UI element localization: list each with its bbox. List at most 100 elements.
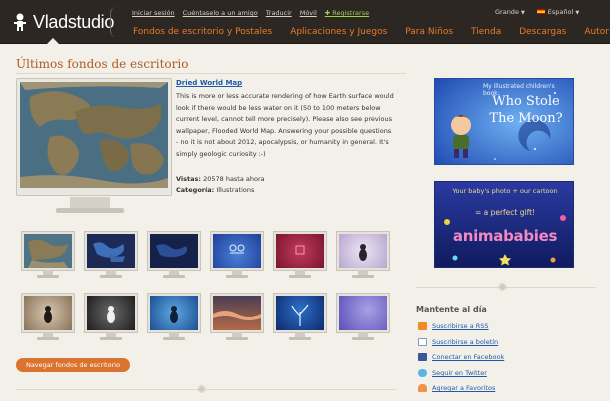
wallpaper-thumbnail[interactable] (148, 294, 200, 340)
wallpaper-thumbnail[interactable] (337, 232, 389, 278)
thumbnail-image (148, 294, 200, 332)
views-value: 20578 hasta ahora (203, 175, 265, 183)
rss-icon (418, 322, 427, 330)
wallpaper-title-link[interactable]: Dried World Map (176, 79, 242, 87)
monitor-base (226, 275, 248, 278)
nav-author[interactable]: Autor (584, 27, 609, 37)
wallpaper-description: This is more or less accurate rendering … (176, 92, 394, 158)
wallpaper-views: Vistas: 20578 hasta ahora (176, 175, 265, 183)
monitor-base (100, 275, 122, 278)
translate-link[interactable]: Traducir (266, 9, 292, 17)
wallpaper-thumbnail[interactable] (211, 294, 263, 340)
wallpaper-thumbnail[interactable] (22, 294, 74, 340)
wallpaper-thumbnail[interactable] (274, 294, 326, 340)
monitor-base (289, 337, 311, 340)
wallpaper-thumbnail[interactable] (211, 232, 263, 278)
monitor-base (37, 337, 59, 340)
monitor-base (163, 337, 185, 340)
thumbnail-image (148, 232, 200, 270)
nav-wallpapers[interactable]: Fondos de escritorio y Postales (133, 27, 272, 37)
language-label: Español (547, 8, 574, 16)
monitor-base (289, 275, 311, 278)
heart-icon (418, 384, 427, 392)
wallpaper-thumbnail[interactable] (85, 294, 137, 340)
logo[interactable]: Vladstudio (12, 8, 114, 36)
wallpaper-category: Categoría: Illustrations (176, 186, 255, 194)
category-label: Categoría (176, 186, 212, 194)
register-label: Registrarse (332, 9, 370, 17)
category-value: Illustrations (216, 186, 255, 194)
top-links: Iniciar sesión Cuéntaselo a un amigo Tra… (132, 9, 369, 17)
rss-link-label: Suscribirse a RSS (432, 322, 489, 330)
twitter-link[interactable]: Seguir en Twitter (418, 369, 487, 377)
monitor-base (100, 337, 122, 340)
wallpaper-thumbnail[interactable] (85, 232, 137, 278)
monitor-base (56, 208, 124, 213)
newsletter-link-label: Suscribirse a boletín (432, 338, 499, 346)
chevron-down-icon: ▼ (520, 10, 525, 16)
active-nav-indicator (46, 38, 60, 45)
featured-wallpaper-image (20, 82, 168, 188)
vladstudio-logo-icon (14, 13, 26, 31)
thumbnail-image (274, 294, 326, 332)
nav-downloads[interactable]: Descargas (519, 27, 566, 37)
main-nav: Fondos de escritorio y Postales Aplicaci… (133, 27, 609, 37)
facebook-link[interactable]: Conectar en Facebook (418, 353, 504, 361)
book-ad-banner[interactable]: My illustrated children's book: Who Stol… (434, 78, 574, 165)
facebook-link-label: Conectar en Facebook (432, 353, 505, 361)
favorites-link[interactable]: Agregar a Favoritos (418, 384, 495, 392)
mobile-link[interactable]: Móvil (300, 9, 317, 17)
thumbnail-image (274, 232, 326, 270)
wallpaper-thumbnail[interactable] (22, 232, 74, 278)
animababies-ad-banner[interactable]: Your baby's photo + our cartoon = a perf… (434, 181, 574, 268)
size-select[interactable]: Grande ▼ (495, 8, 525, 16)
twitter-link-label: Seguir en Twitter (432, 369, 487, 377)
preferences: Grande ▼ Español ▼ (495, 8, 579, 16)
mail-icon (418, 338, 427, 346)
thumbnail-image (22, 294, 74, 332)
header-divider (110, 7, 118, 37)
login-link[interactable]: Iniciar sesión (132, 9, 175, 17)
monitor-base (352, 337, 374, 340)
facebook-icon (418, 353, 427, 361)
thumbnail-image (211, 294, 263, 332)
divider (16, 73, 406, 74)
thumbnail-image (85, 232, 137, 270)
wallpaper-thumbnail[interactable] (274, 232, 326, 278)
monitor-base (352, 275, 374, 278)
stay-updated-title: Mantente al día (416, 305, 487, 314)
thumbnail-image (337, 232, 389, 270)
page-title: Últimos fondos de escritorio (16, 57, 189, 71)
thumbnail-image (211, 232, 263, 270)
size-label: Grande (495, 8, 519, 16)
browse-wallpapers-button[interactable]: Navegar fondos de escritorio (16, 358, 130, 372)
wallpaper-thumbnail[interactable] (148, 232, 200, 278)
views-label: Vistas (176, 175, 199, 183)
favorites-link-label: Agregar a Favoritos (432, 384, 496, 392)
top-bar: Vladstudio Iniciar sesión Cuéntaselo a u… (0, 0, 610, 45)
nav-shop[interactable]: Tienda (471, 27, 501, 37)
rss-link[interactable]: Suscribirse a RSS (418, 322, 489, 330)
ad-title-line-2: The Moon? (489, 111, 563, 126)
thumbnail-image (85, 294, 137, 332)
ad-line-2: = a perfect gift! (474, 208, 536, 217)
ad-book-title: Who Stole The Moon? (480, 93, 572, 127)
newsletter-link[interactable]: Suscribirse a boletín (418, 338, 498, 346)
ad-line-1: Your baby's photo + our cartoon (452, 187, 558, 195)
nav-kids[interactable]: Para Niños (405, 27, 453, 37)
flag-icon (536, 9, 545, 14)
twitter-icon (418, 369, 427, 377)
tell-friend-link[interactable]: Cuéntaselo a un amigo (183, 9, 258, 17)
ad-brand: animababies (452, 227, 558, 245)
featured-wallpaper[interactable] (16, 78, 172, 196)
logo-text: Vladstudio (33, 11, 115, 32)
wallpaper-thumbnail[interactable] (337, 294, 389, 340)
language-select[interactable]: Español ▼ (536, 8, 579, 16)
monitor-base (37, 275, 59, 278)
ad-title-line-1: Who Stole (492, 94, 560, 109)
monitor-base (226, 337, 248, 340)
nav-apps-games[interactable]: Aplicaciones y Juegos (290, 27, 387, 37)
register-link[interactable]: ✚ Registrarse (325, 9, 369, 17)
monitor-base (163, 275, 185, 278)
gear-ornament-icon: ✺ (197, 383, 207, 396)
